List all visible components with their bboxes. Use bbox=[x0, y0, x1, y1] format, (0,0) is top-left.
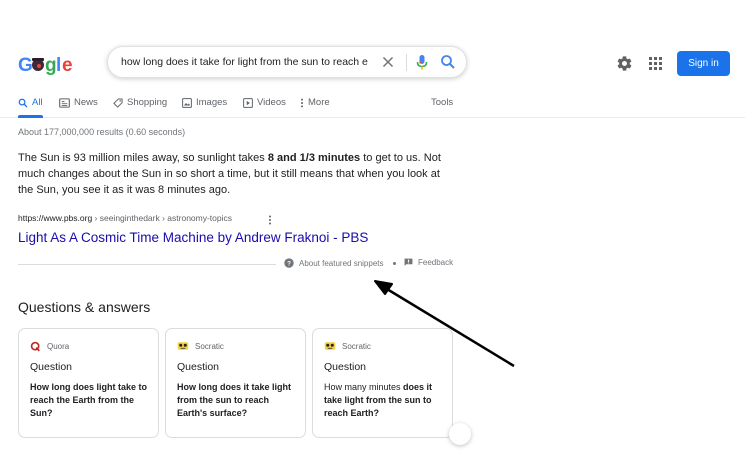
socratic-icon bbox=[177, 342, 189, 350]
settings-button[interactable] bbox=[616, 55, 633, 72]
tab-images[interactable]: Images bbox=[182, 97, 227, 118]
voice-search-button[interactable] bbox=[414, 54, 430, 71]
close-icon bbox=[382, 56, 394, 68]
search-button[interactable] bbox=[440, 54, 456, 70]
qa-heading: Questions & answers bbox=[18, 299, 151, 315]
search-box: how long does it take for light from the… bbox=[107, 46, 467, 78]
google-apps-button[interactable] bbox=[648, 56, 663, 71]
svg-text:?: ? bbox=[287, 261, 291, 268]
qa-question: How many minutes does it take light from… bbox=[324, 381, 444, 420]
snippet-highlight: 8 and 1/3 minutes bbox=[267, 152, 361, 164]
search-icon bbox=[441, 55, 455, 69]
tab-news-label: News bbox=[74, 97, 98, 108]
tab-more[interactable]: More bbox=[300, 97, 330, 118]
result-options-button[interactable] bbox=[266, 213, 274, 225]
microphone-icon bbox=[416, 55, 428, 70]
qa-source-name: Socratic bbox=[342, 341, 371, 351]
news-icon bbox=[59, 98, 70, 108]
feedback-button[interactable]: Feedback bbox=[404, 258, 453, 267]
result-stats: About 177,000,000 results (0.60 seconds) bbox=[18, 127, 186, 137]
qa-source: Socratic bbox=[324, 341, 371, 351]
tab-videos[interactable]: Videos bbox=[243, 97, 286, 118]
tab-all-label: All bbox=[32, 97, 43, 108]
feedback-icon bbox=[404, 258, 413, 266]
qa-question: How long does it take light from the sun… bbox=[177, 382, 292, 418]
search-icon bbox=[18, 98, 28, 108]
svg-text:e: e bbox=[62, 55, 73, 76]
qa-card[interactable]: Socratic Question How many minutes does … bbox=[312, 328, 453, 438]
qa-card[interactable]: Quora Question How long does light take … bbox=[18, 328, 159, 438]
cite-domain: https://www.pbs.org bbox=[18, 213, 93, 223]
tab-news[interactable]: News bbox=[59, 97, 98, 118]
sign-in-button[interactable]: Sign in bbox=[677, 51, 730, 76]
google-logo[interactable]: G g l e bbox=[18, 51, 76, 77]
search-tabs: All News Shopping Images Videos More Too… bbox=[0, 94, 745, 118]
clear-search-button[interactable] bbox=[380, 54, 396, 70]
socratic-icon bbox=[324, 342, 336, 350]
snippet-text-start: The Sun is 93 million miles away, so sun… bbox=[18, 152, 268, 164]
qa-kind: Question bbox=[177, 361, 220, 373]
play-icon bbox=[243, 98, 253, 108]
qa-source-name: Socratic bbox=[195, 341, 224, 351]
tab-videos-label: Videos bbox=[257, 97, 286, 108]
tools-label: Tools bbox=[431, 97, 454, 108]
qa-question: How long does light take to reach the Ea… bbox=[30, 382, 147, 418]
more-vert-icon bbox=[301, 98, 303, 108]
qa-kind: Question bbox=[324, 361, 367, 373]
carousel-next-button[interactable] bbox=[449, 423, 471, 445]
about-featured-snippets-button[interactable]: ? About featured snippets bbox=[284, 258, 384, 268]
image-icon bbox=[182, 98, 192, 108]
qa-source-name: Quora bbox=[47, 342, 70, 351]
svg-text:g: g bbox=[45, 55, 57, 76]
qa-card[interactable]: Socratic Question How long does it take … bbox=[165, 328, 306, 438]
quora-icon bbox=[30, 341, 40, 352]
search-input[interactable]: how long does it take for light from the… bbox=[121, 56, 371, 68]
cite-path: › seeinginthedark › astronomy-topics bbox=[92, 213, 233, 223]
result-cite: https://www.pbs.org › seeinginthedark › … bbox=[18, 213, 232, 223]
separator-dot bbox=[393, 262, 396, 265]
qa-source: Socratic bbox=[177, 341, 224, 351]
search-box-divider bbox=[406, 54, 407, 71]
tab-more-label: More bbox=[308, 97, 330, 108]
more-vert-icon bbox=[269, 215, 271, 225]
featured-snippet-text: The Sun is 93 million miles away, so sun… bbox=[18, 150, 458, 198]
svg-text:G: G bbox=[18, 55, 33, 76]
qa-source: Quora bbox=[30, 341, 69, 352]
tab-all[interactable]: All bbox=[18, 97, 43, 118]
gear-icon bbox=[617, 56, 632, 71]
feedback-label: Feedback bbox=[418, 258, 454, 267]
tools-button[interactable]: Tools bbox=[431, 97, 453, 118]
about-featured-snippets-label: About featured snippets bbox=[299, 258, 384, 268]
tab-shopping-label: Shopping bbox=[127, 97, 168, 108]
apps-grid-icon bbox=[649, 57, 662, 70]
tab-images-label: Images bbox=[196, 97, 228, 108]
google-doodle-logo-icon: G g l e bbox=[18, 55, 73, 76]
tag-icon bbox=[113, 98, 123, 108]
result-title-link[interactable]: Light As A Cosmic Time Machine by Andrew… bbox=[18, 230, 368, 245]
tab-shopping[interactable]: Shopping bbox=[113, 97, 167, 118]
snippet-divider bbox=[18, 264, 276, 265]
qa-kind: Question bbox=[30, 361, 73, 373]
svg-text:l: l bbox=[56, 55, 61, 76]
qa-question-start: How many minutes bbox=[324, 382, 404, 392]
help-icon: ? bbox=[284, 258, 294, 268]
